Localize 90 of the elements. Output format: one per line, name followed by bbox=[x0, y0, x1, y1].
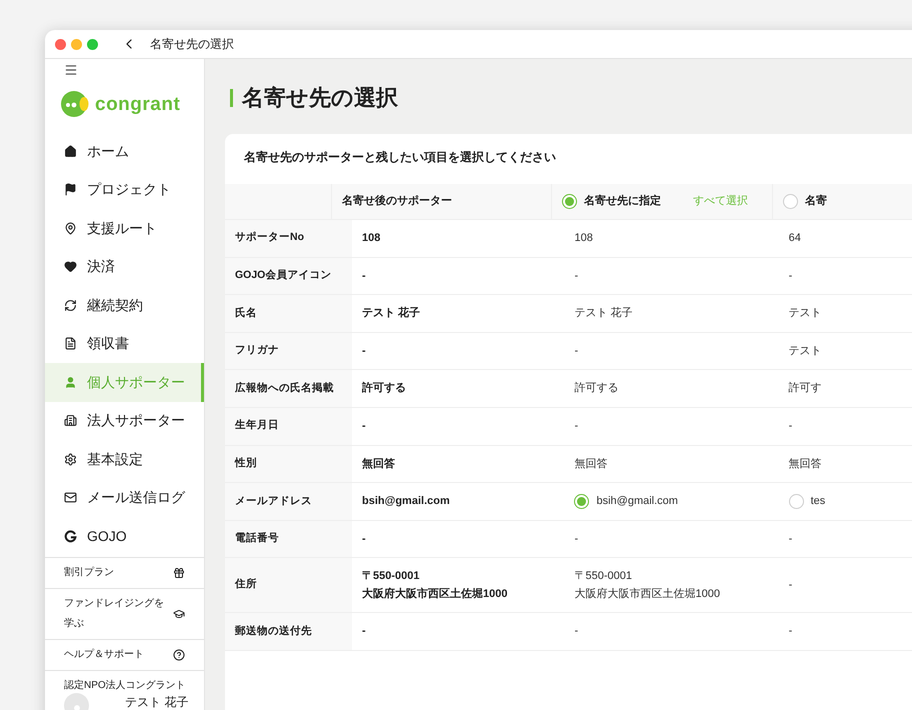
close-window-button[interactable] bbox=[55, 38, 66, 50]
building-icon bbox=[64, 414, 77, 428]
mail-icon bbox=[64, 491, 77, 504]
row-label: メールアドレス bbox=[225, 483, 352, 520]
table-cell-text: 許可する bbox=[573, 381, 620, 396]
table-cell-text: - bbox=[788, 624, 794, 640]
window-title: 名寄せ先の選択 bbox=[150, 36, 234, 53]
table-cell-text: - bbox=[573, 344, 580, 359]
sidebar-item[interactable]: 決済 bbox=[45, 248, 204, 286]
row-label: 郵送物の送付先 bbox=[225, 613, 352, 650]
sidebar-item[interactable]: 領収書 bbox=[45, 324, 204, 363]
radio-button[interactable] bbox=[574, 494, 590, 509]
table-cell-text: - bbox=[788, 268, 794, 284]
table-cell: bsih@gmail.com bbox=[564, 483, 779, 520]
flag-icon bbox=[64, 183, 77, 196]
table-cell-text: 無回答 bbox=[788, 456, 823, 472]
sidebar-item[interactable]: ホーム bbox=[45, 132, 204, 170]
table-cell-text: テスト 花子 bbox=[361, 306, 422, 322]
table-cell-text: 64 bbox=[788, 231, 802, 246]
user-name: テスト 花子 bbox=[125, 694, 188, 708]
home-icon bbox=[64, 144, 77, 158]
heart-icon bbox=[64, 260, 77, 274]
menu-icon[interactable] bbox=[64, 63, 78, 77]
table-cell-text: - bbox=[573, 268, 580, 284]
map-pin-icon bbox=[64, 222, 77, 235]
radio-button[interactable] bbox=[562, 194, 577, 209]
row-label: 住所 bbox=[225, 558, 352, 612]
person-icon bbox=[64, 376, 77, 389]
table-cell-text: 108 bbox=[361, 231, 382, 246]
instruction-text: 名寄せ先のサポーターと残したい項目を選択してください bbox=[242, 149, 557, 166]
table-cell-text: 〒550-0001 大阪府大阪市西区土佐堀1000 bbox=[361, 569, 508, 602]
organization-name: 認定NPO法人コングラント bbox=[64, 678, 187, 692]
logo-icon bbox=[61, 90, 91, 118]
table-cell-text: - bbox=[361, 268, 367, 284]
row-label: 広報物への氏名掲載 bbox=[225, 370, 352, 407]
sidebar-item[interactable]: GOJO bbox=[45, 517, 204, 556]
page-heading: 名寄せ先の選択 bbox=[242, 87, 398, 109]
row-label: 生年月日 bbox=[225, 408, 352, 445]
sidebar-link[interactable]: ヘルプ＆サポート bbox=[45, 640, 204, 670]
sidebar-item[interactable]: 継続契約 bbox=[45, 286, 204, 324]
table-cell-text: - bbox=[573, 624, 580, 640]
graduation-cap-icon bbox=[173, 608, 185, 620]
refresh-icon bbox=[64, 298, 77, 312]
document-icon bbox=[64, 337, 77, 350]
maximize-window-button[interactable] bbox=[87, 38, 98, 50]
settings-icon bbox=[64, 452, 77, 466]
sidebar-item[interactable]: 法人サポーター bbox=[45, 402, 204, 440]
table-cell-text: 〒550-0001 大阪府大阪市西区土佐堀1000 bbox=[573, 569, 721, 602]
row-label: 性別 bbox=[225, 446, 352, 482]
sidebar-item[interactable]: 支援ルート bbox=[45, 209, 204, 248]
table-cell-text: 108 bbox=[573, 231, 594, 246]
table-cell-text: - bbox=[788, 419, 794, 434]
logo-text: congrant bbox=[95, 94, 180, 114]
table-cell-text: - bbox=[573, 419, 580, 434]
column-header: 名寄せ先に指定 すべて選択 bbox=[550, 184, 772, 219]
heading-accent bbox=[230, 89, 233, 107]
table-cell: tes bbox=[778, 483, 912, 520]
row-label: フリガナ bbox=[225, 332, 352, 370]
row-label: GOJO会員アイコン bbox=[225, 258, 352, 294]
table-cell-text: - bbox=[788, 532, 794, 547]
table-cell-text: - bbox=[573, 532, 580, 547]
table-cell-text: 無回答 bbox=[361, 456, 396, 472]
gift-icon bbox=[173, 566, 185, 578]
row-label: 電話番号 bbox=[225, 520, 352, 558]
table-cell-text: テスト bbox=[788, 344, 823, 359]
sidebar-item[interactable]: 基本設定 bbox=[45, 440, 204, 478]
table-cell-text: - bbox=[788, 578, 794, 594]
radio-button[interactable] bbox=[788, 494, 804, 509]
letter-g-icon bbox=[64, 530, 77, 543]
table-cell-text: テスト bbox=[788, 306, 823, 322]
sidebar-item[interactable]: メール送信ログ bbox=[45, 478, 204, 517]
table-cell-text: 許可する bbox=[360, 380, 407, 396]
column-header: 名寄せ後のサポーター bbox=[331, 184, 551, 219]
table-cell-text: - bbox=[361, 532, 367, 547]
radio-button[interactable] bbox=[783, 194, 798, 209]
table-cell-text: - bbox=[361, 624, 367, 640]
table-cell-text: - bbox=[361, 344, 367, 359]
table-cell-text: - bbox=[361, 419, 367, 434]
table-cell-text: bsih@gmail.com bbox=[361, 494, 451, 510]
sidebar-link[interactable]: ファンドレイジングを学ぶ bbox=[45, 588, 204, 640]
column-header: 名寄 bbox=[772, 184, 912, 219]
sidebar-item[interactable]: プロジェクト bbox=[45, 170, 204, 209]
sidebar-link[interactable]: 割引プラン bbox=[45, 558, 204, 588]
table-cell-text: 無回答 bbox=[573, 456, 608, 472]
row-label: サポーターNo bbox=[225, 220, 352, 257]
help-icon bbox=[173, 648, 185, 660]
minimize-window-button[interactable] bbox=[71, 38, 82, 50]
table-cell-text: 許可す bbox=[788, 381, 823, 396]
table-cell-text: テスト 花子 bbox=[573, 306, 634, 322]
row-label: 氏名 bbox=[225, 295, 352, 332]
